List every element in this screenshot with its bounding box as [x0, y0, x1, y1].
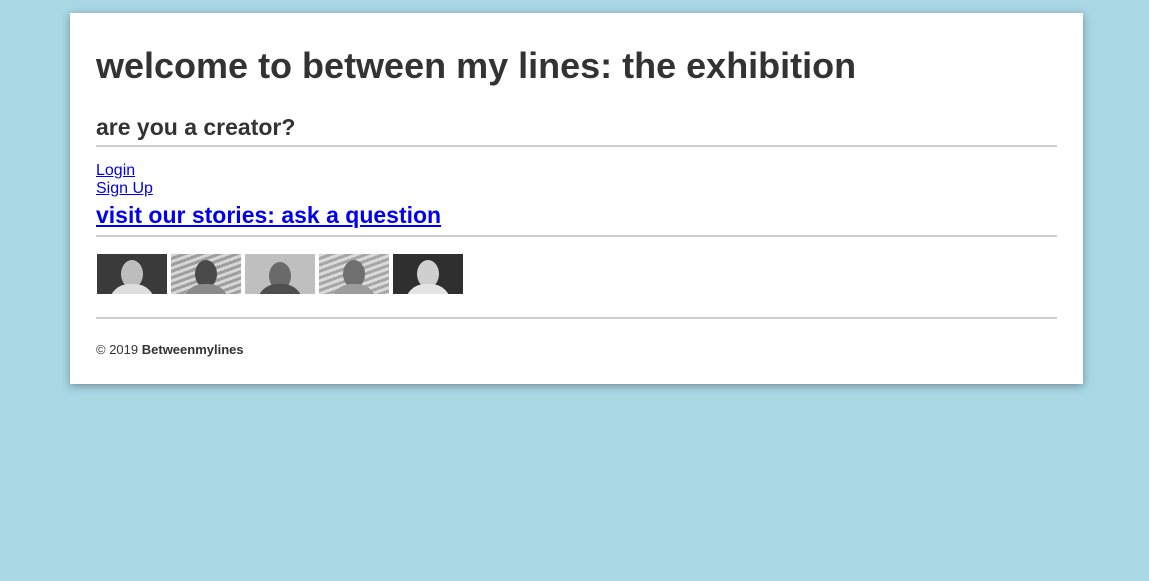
footer: © 2019 Betweenmylines [96, 342, 244, 357]
story-thumbnail[interactable] [171, 254, 241, 294]
divider [96, 317, 1057, 319]
story-thumbnail[interactable] [319, 254, 389, 294]
creator-heading: are you a creator? [96, 114, 296, 140]
login-link[interactable]: Login [96, 162, 135, 180]
story-thumbnail[interactable] [97, 254, 167, 294]
story-thumbnails [97, 254, 463, 294]
divider [96, 235, 1057, 237]
divider [96, 145, 1057, 147]
signup-link[interactable]: Sign Up [96, 180, 153, 198]
story-thumbnail[interactable] [245, 254, 315, 294]
stories-link[interactable]: visit our stories: ask a question [96, 202, 441, 229]
copyright-text: © 2019 [96, 342, 139, 357]
page-title: welcome to between my lines: the exhibit… [96, 45, 857, 86]
main-card: welcome to between my lines: the exhibit… [70, 13, 1083, 384]
footer-brand: Betweenmylines [141, 342, 244, 357]
story-thumbnail[interactable] [393, 254, 463, 294]
